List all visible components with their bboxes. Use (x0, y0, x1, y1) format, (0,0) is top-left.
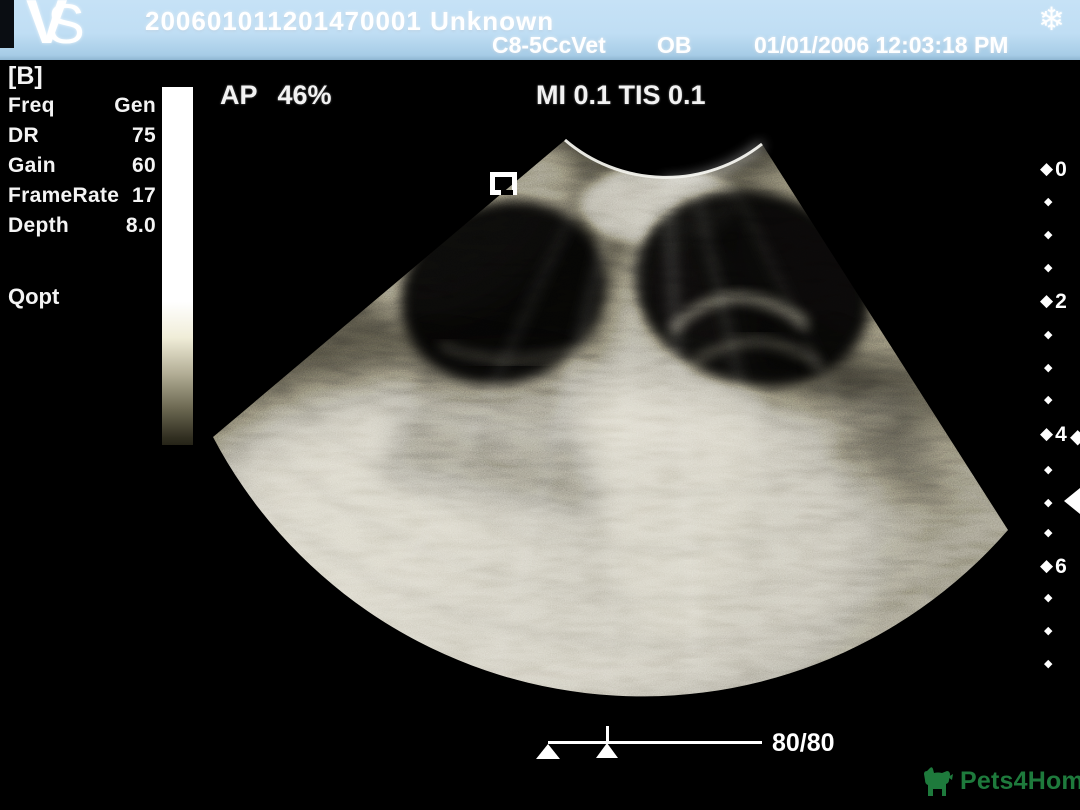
diamond-icon: ◆ (1040, 293, 1053, 310)
probe-name: C8-5CcVet (492, 32, 606, 59)
ap-value: 46% (278, 80, 332, 111)
depth-minor-diamond-icon: ◆ (1044, 329, 1052, 340)
depth-minor-diamond-icon: ◆ (1044, 262, 1052, 273)
depth-minor-diamond-icon: ◆ (1044, 592, 1052, 603)
depth-label: 2 (1055, 291, 1067, 312)
depth-major-mark: ◆2 (1040, 291, 1067, 312)
depth-minor-diamond-icon: ◆ (1044, 394, 1052, 405)
diamond-icon: ◆ (1040, 426, 1053, 443)
depth-major-mark: ◆0 (1040, 159, 1067, 180)
mi-tis-readout: MI 0.1 TIS 0.1 (536, 80, 706, 111)
depth-minor-diamond-icon: ◆ (1044, 625, 1052, 636)
depth-label: 0 (1055, 159, 1067, 180)
depth-minor-diamond-icon: ◆ (1044, 527, 1052, 538)
param-label: DR (8, 124, 39, 154)
vendor-logo: VS (26, 0, 81, 54)
depth-minor-diamond-icon: ◆ (1044, 464, 1052, 475)
diamond-icon: ◆ (1040, 161, 1053, 178)
param-label: Gain (8, 154, 56, 184)
diamond-icon: ◆ (1040, 558, 1053, 575)
acoustic-power-readout: AP 46% (220, 80, 332, 111)
depth-major-mark: ◆6 (1040, 556, 1067, 577)
param-value: 60 (132, 154, 156, 184)
watermark: Pets4Homes (920, 763, 1080, 799)
param-label: Freq (8, 94, 55, 124)
param-value: 17 (132, 184, 156, 214)
datetime: 01/01/2006 12:03:18 PM (754, 32, 1008, 59)
pets4homes-dog-icon (920, 763, 956, 799)
patient-id: 200601011201470001 (145, 6, 422, 36)
cine-start-marker-icon (536, 744, 560, 759)
focus-diamond-icon: ◆ (1070, 426, 1080, 446)
watermark-text: Pets4Homes (960, 767, 1080, 796)
param-row-depth: Depth 8.0 (8, 214, 156, 244)
depth-major-mark: ◆4 (1040, 424, 1067, 445)
grayscale-reference-bar (162, 87, 193, 445)
mode-indicator: [B] (8, 62, 43, 91)
param-row-dr: DR 75 (8, 124, 156, 154)
corner-notch (0, 0, 14, 48)
probe-orientation-marker-icon (490, 172, 517, 195)
depth-minor-diamond-icon: ◆ (1044, 196, 1052, 207)
depth-minor-diamond-icon: ◆ (1044, 229, 1052, 240)
freeze-snowflake-icon: ❄ (1038, 0, 1065, 38)
focal-zone-marker-icon (1064, 488, 1080, 514)
depth-minor-diamond-icon: ◆ (1044, 497, 1052, 508)
cine-position-marker[interactable] (606, 726, 609, 742)
param-value: Gen (114, 94, 156, 124)
qopt-label: Qopt (8, 284, 59, 310)
param-row-framerate: FrameRate 17 (8, 184, 156, 214)
param-value: 75 (132, 124, 156, 154)
ap-label: AP (220, 80, 258, 111)
depth-label: 4 (1055, 424, 1067, 445)
title-bar: VS 200601011201470001 Unknown C8-5CcVet … (0, 0, 1080, 60)
exam-preset: OB (657, 32, 692, 59)
cine-scrubber-track[interactable] (548, 741, 762, 744)
cine-frame-counter: 80/80 (772, 729, 835, 758)
param-label: Depth (8, 214, 69, 244)
ultrasound-screen: VS 200601011201470001 Unknown C8-5CcVet … (0, 0, 1080, 810)
param-row-freq: Freq Gen (8, 94, 156, 124)
param-value: 8.0 (126, 214, 156, 244)
depth-label: 6 (1055, 556, 1067, 577)
depth-minor-diamond-icon: ◆ (1044, 362, 1052, 373)
cine-position-marker-triangle[interactable] (596, 743, 618, 758)
depth-minor-diamond-icon: ◆ (1044, 658, 1052, 669)
parameter-list: Freq Gen DR 75 Gain 60 FrameRate 17 Dept… (8, 94, 156, 244)
param-label: FrameRate (8, 184, 119, 214)
param-row-gain: Gain 60 (8, 154, 156, 184)
vendor-logo-s: S (47, 0, 80, 55)
